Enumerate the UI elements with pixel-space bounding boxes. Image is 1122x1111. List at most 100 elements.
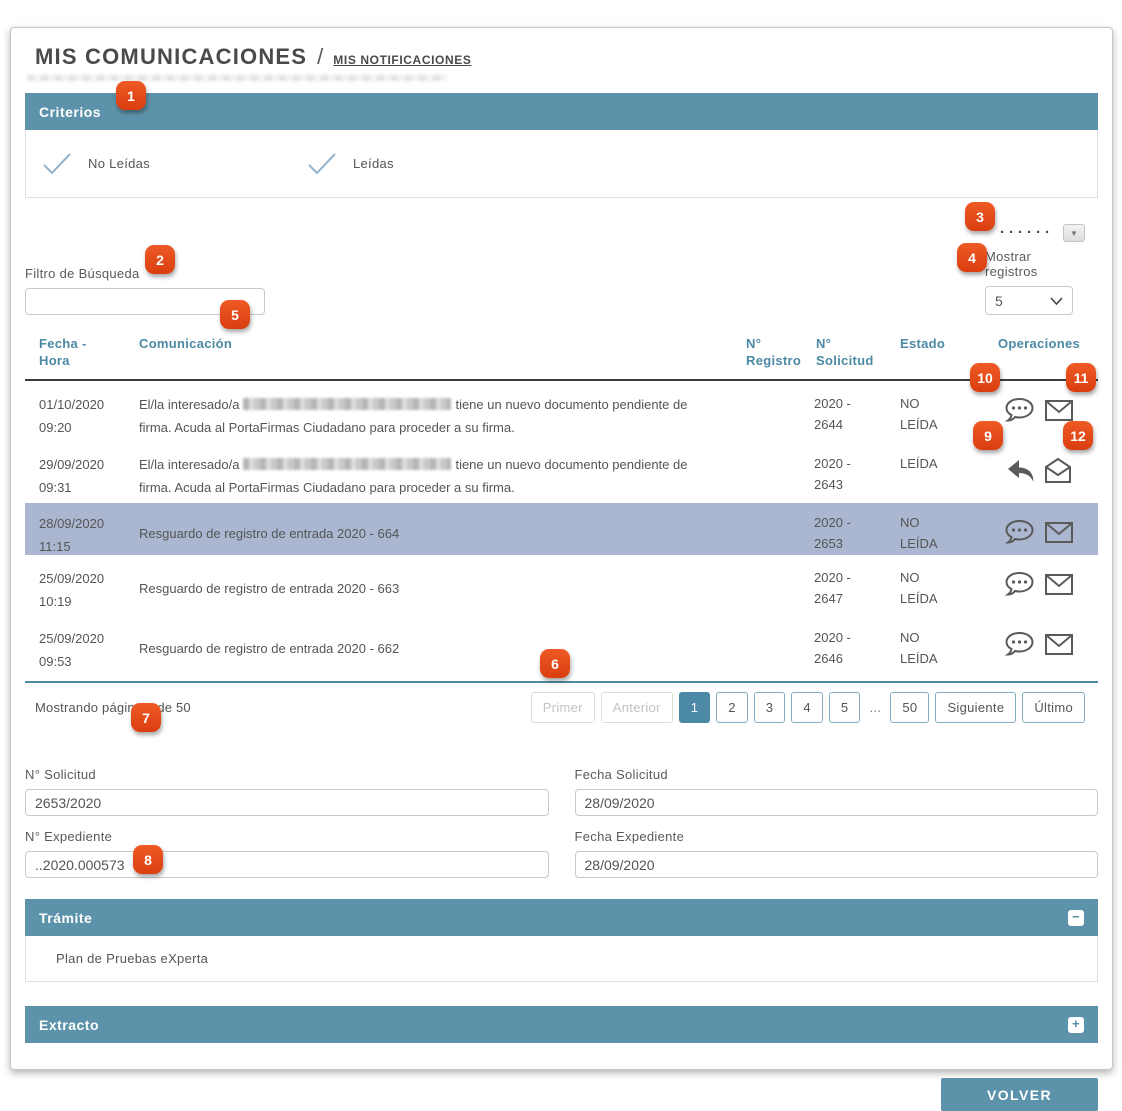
- mis-notificaciones-link[interactable]: MIS NOTIFICACIONES: [333, 53, 471, 67]
- table-row[interactable]: 01/10/202009:20 El/la interesado/atiene …: [25, 381, 1098, 441]
- tramite-header-bar: Trámite −: [25, 899, 1098, 936]
- annotation-badge-1: 1: [116, 81, 146, 110]
- pagination-ellipsis: ...: [866, 692, 884, 723]
- page-title: MIS COMUNICACIONES: [35, 44, 307, 70]
- pagination-first-button[interactable]: Primer: [531, 692, 595, 723]
- row-estado: NO LEÍDA: [900, 503, 980, 554]
- table-header: Fecha - Hora Comunicación N° Registro N°…: [25, 335, 1098, 381]
- redacted-name: [243, 458, 451, 470]
- mail-closed-icon[interactable]: [1044, 573, 1074, 596]
- criterios-header-bar: Criterios: [25, 93, 1098, 130]
- row-date: 25/09/202010:19: [25, 555, 129, 613]
- pagination-next-button[interactable]: Siguiente: [935, 692, 1016, 723]
- volver-button[interactable]: VOLVER: [941, 1078, 1098, 1111]
- chat-icon[interactable]: [1004, 631, 1035, 657]
- row-registro: [728, 503, 814, 512]
- annotation-badge-4: 4: [957, 243, 987, 272]
- annotation-badge-11: 11: [1066, 363, 1096, 392]
- checkbox-leidas[interactable]: Leídas: [307, 152, 572, 175]
- redacted-subtitle: [27, 75, 447, 81]
- checkbox-no-leidas[interactable]: No Leídas: [42, 152, 307, 175]
- column-header-registro[interactable]: N° Registro: [728, 335, 814, 369]
- fecha-expediente-label: Fecha Expediente: [575, 829, 1099, 844]
- annotation-badge-12: 12: [1063, 421, 1093, 450]
- column-chooser-dropdown[interactable]: ▼: [1063, 224, 1085, 242]
- mail-closed-icon[interactable]: [1044, 633, 1074, 656]
- title-separator: /: [317, 44, 323, 70]
- fecha-expediente-field[interactable]: [575, 851, 1099, 878]
- annotation-badge-3: 3: [965, 202, 995, 231]
- check-icon: [42, 152, 72, 175]
- detail-form: N° Solicitud Fecha Solicitud N° Expedien…: [25, 767, 1098, 878]
- row-solicitud: 2020 - 2653: [814, 503, 900, 554]
- annotation-badge-9: 9: [973, 421, 1003, 450]
- column-header-fecha[interactable]: Fecha - Hora: [25, 335, 129, 369]
- row-estado: NO LEÍDA: [900, 555, 980, 609]
- row-date: 01/10/202009:20: [25, 381, 129, 439]
- criterios-section: Criterios No Leídas Leídas: [25, 93, 1098, 198]
- row-solicitud: 2020 - 2647: [814, 555, 900, 609]
- row-solicitud: 2020 - 2644: [814, 381, 900, 435]
- row-message: El/la interesado/atiene un nuevo documen…: [129, 441, 728, 499]
- expand-icon[interactable]: +: [1068, 1017, 1084, 1033]
- pagination-page-3[interactable]: 3: [754, 692, 786, 723]
- expediente-field[interactable]: [25, 851, 549, 878]
- reply-icon[interactable]: [1007, 459, 1035, 483]
- chat-icon[interactable]: [1004, 397, 1035, 423]
- extracto-section: Extracto +: [25, 1006, 1098, 1043]
- table-row-selected[interactable]: 28/09/202011:15 Resguardo de registro de…: [25, 503, 1098, 555]
- pagination-last-button[interactable]: Último: [1022, 692, 1085, 723]
- row-message: Resguardo de registro de entrada 2020 - …: [129, 555, 728, 600]
- pagination-prev-button[interactable]: Anterior: [601, 692, 673, 723]
- chat-icon[interactable]: [1004, 519, 1035, 545]
- mail-open-icon[interactable]: [1044, 457, 1072, 484]
- table-row[interactable]: 25/09/202010:19 Resguardo de registro de…: [25, 555, 1098, 615]
- row-message: Resguardo de registro de entrada 2020 - …: [129, 503, 728, 545]
- row-operations: [980, 503, 1098, 545]
- annotation-badge-2: 2: [145, 245, 175, 274]
- row-message: Resguardo de registro de entrada 2020 - …: [129, 615, 728, 660]
- mail-closed-icon[interactable]: [1044, 521, 1074, 544]
- page-size-value: 5: [995, 293, 1003, 309]
- page-size-select[interactable]: 5: [985, 286, 1073, 315]
- pagination-page-4[interactable]: 4: [791, 692, 823, 723]
- table-row[interactable]: 29/09/202009:31 El/la interesado/atiene …: [25, 441, 1098, 503]
- row-estado: NO LEÍDA: [900, 381, 980, 435]
- table-controls: Filtro de Búsqueda ······ ▼ Mostrar regi…: [25, 224, 1098, 315]
- row-date: 29/09/202009:31: [25, 441, 129, 499]
- extracto-title: Extracto: [39, 1017, 99, 1033]
- fecha-solicitud-field[interactable]: [575, 789, 1099, 816]
- column-chooser-dots: ······: [1000, 228, 1054, 238]
- row-solicitud: 2020 - 2643: [814, 441, 900, 495]
- check-icon: [307, 152, 337, 175]
- row-estado: LEÍDA: [900, 441, 980, 474]
- criterios-body: No Leídas Leídas: [25, 130, 1098, 198]
- row-solicitud: 2020 - 2646: [814, 615, 900, 669]
- row-registro: [728, 381, 814, 393]
- solicitud-field[interactable]: [25, 789, 549, 816]
- annotation-badge-8: 8: [133, 845, 163, 874]
- row-operations: [980, 615, 1098, 657]
- pagination-page-2[interactable]: 2: [716, 692, 748, 723]
- criterios-title: Criterios: [39, 104, 101, 120]
- row-operations: [980, 555, 1098, 597]
- row-message: El/la interesado/atiene un nuevo documen…: [129, 381, 728, 439]
- fecha-solicitud-label: Fecha Solicitud: [575, 767, 1099, 782]
- row-registro: [728, 555, 814, 567]
- chevron-down-icon: [1050, 297, 1063, 305]
- annotation-badge-5: 5: [220, 300, 250, 329]
- pagination-page-1[interactable]: 1: [679, 692, 711, 723]
- pagination-page-5[interactable]: 5: [829, 692, 861, 723]
- column-header-estado[interactable]: Estado: [900, 335, 980, 369]
- tramite-content: Plan de Pruebas eXperta: [25, 936, 1098, 982]
- chat-icon[interactable]: [1004, 571, 1035, 597]
- column-header-comunicacion[interactable]: Comunicación: [129, 335, 728, 369]
- pagination-page-50[interactable]: 50: [890, 692, 929, 723]
- collapse-icon[interactable]: −: [1068, 910, 1084, 926]
- show-records-label: Mostrar registros: [985, 249, 1085, 279]
- pagination-summary: Mostrando página 1 de 50: [25, 700, 191, 715]
- annotation-badge-6: 6: [540, 649, 570, 678]
- column-header-solicitud[interactable]: N° Solicitud: [814, 335, 900, 369]
- mail-closed-icon[interactable]: [1044, 399, 1074, 422]
- row-date: 28/09/202011:15: [25, 503, 129, 558]
